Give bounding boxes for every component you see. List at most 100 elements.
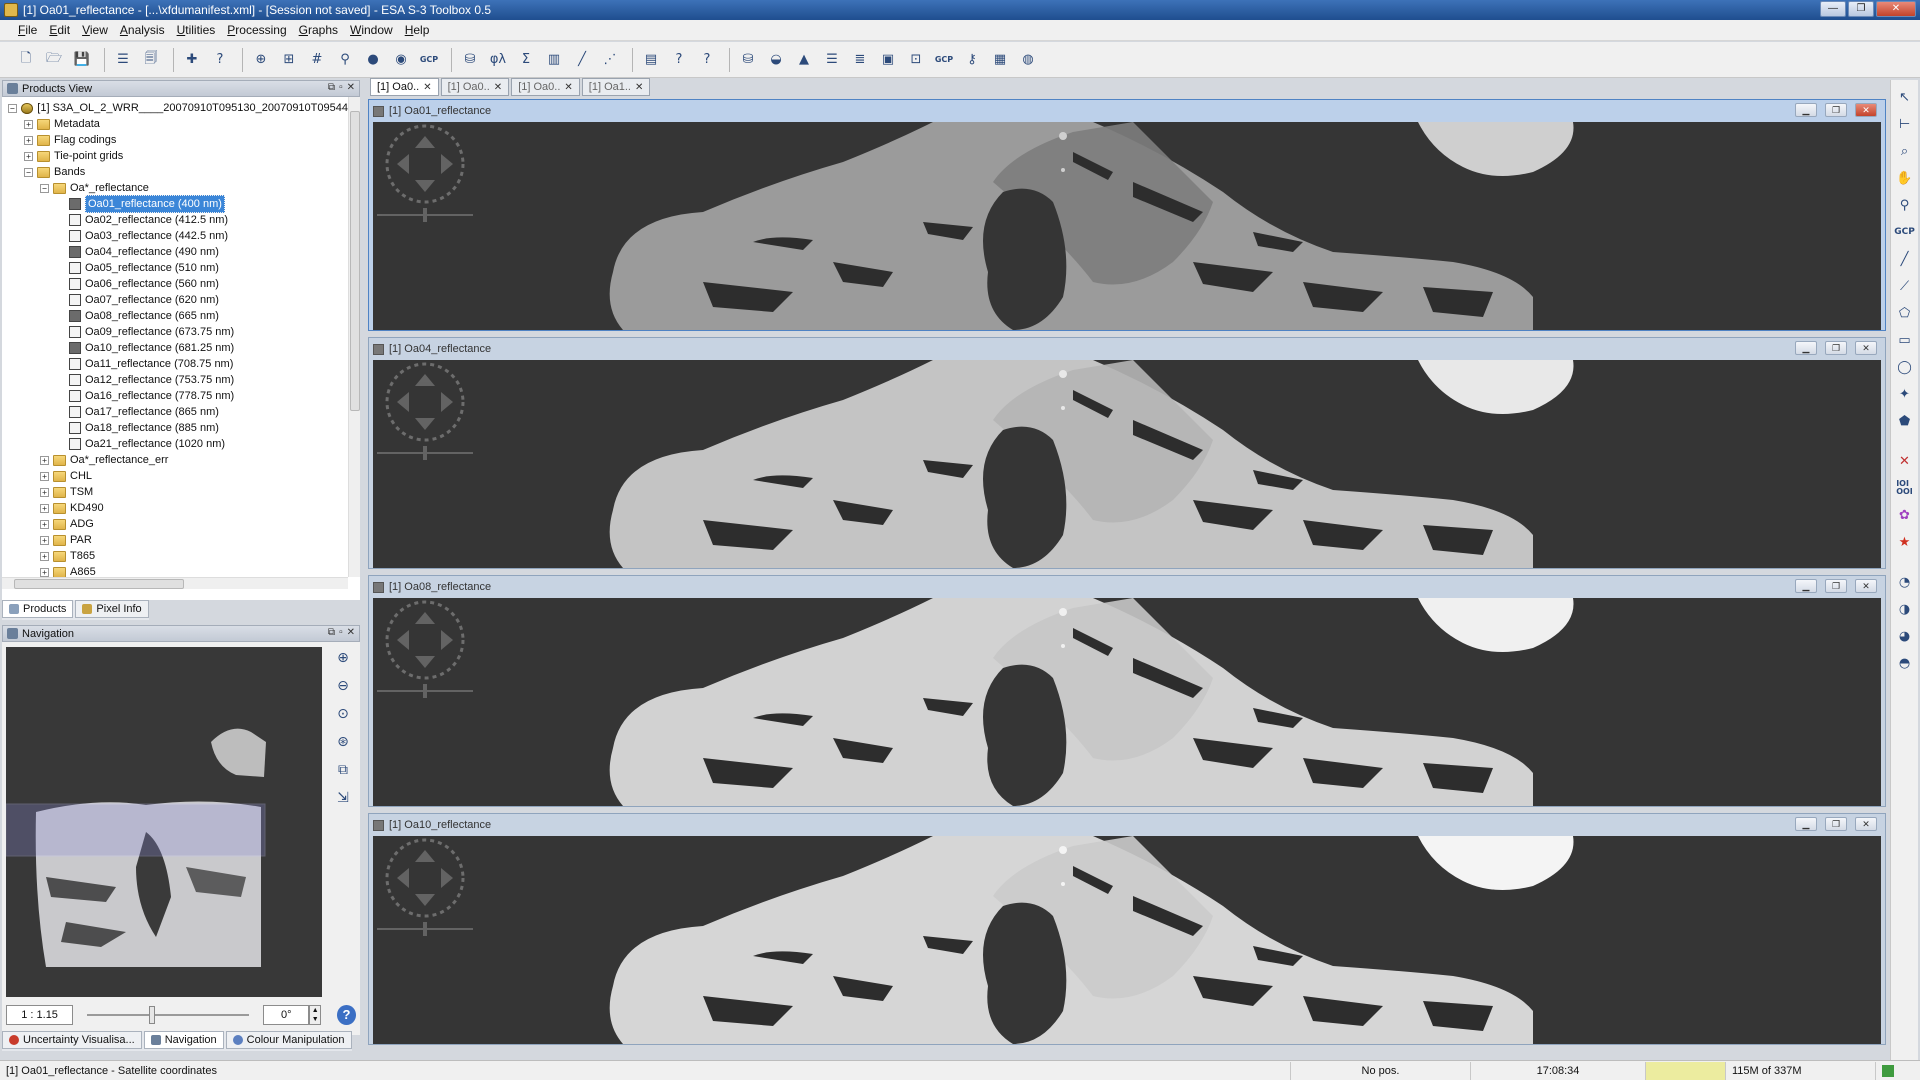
zoom-tool-icon[interactable]: ⌕ bbox=[1894, 140, 1916, 162]
sync-views-icon[interactable]: ⧉ bbox=[332, 759, 354, 781]
expand-icon[interactable]: + bbox=[40, 535, 49, 545]
stack-icon[interactable]: ☰ bbox=[820, 48, 844, 72]
time-tool-2-icon[interactable]: ◑ bbox=[1894, 598, 1916, 620]
folder-node[interactable]: + Metadata bbox=[2, 116, 348, 132]
tree-vertical-scrollbar[interactable] bbox=[348, 97, 360, 577]
image-view-window[interactable]: [1] Oa01_reflectance ▁ ❐ ✕ bbox=[368, 99, 1886, 331]
band-node[interactable]: Oa03_reflectance (442.5 nm) bbox=[2, 228, 348, 244]
band-node[interactable]: Oa09_reflectance (673.75 nm) bbox=[2, 324, 348, 340]
rotation-field[interactable]: 0° bbox=[263, 1005, 310, 1025]
menu-analysis[interactable]: Analysis bbox=[114, 21, 171, 39]
menu-view[interactable]: View bbox=[76, 21, 114, 39]
image-view-window[interactable]: [1] Oa10_reflectance ▁ ❐ ✕ bbox=[368, 813, 1886, 1045]
close-tab-icon[interactable]: ✕ bbox=[564, 82, 572, 93]
float-icon[interactable]: ⧉ bbox=[328, 82, 335, 93]
pyramid-icon[interactable]: ▲ bbox=[792, 48, 816, 72]
menu-processing[interactable]: Processing bbox=[221, 21, 292, 39]
select-tool-icon[interactable]: ↖ bbox=[1894, 86, 1916, 108]
gcp-tool-icon[interactable]: GCP bbox=[932, 48, 956, 72]
binary-tool-icon[interactable]: IOI OOI bbox=[1894, 477, 1916, 499]
shape-icon[interactable]: ● bbox=[361, 48, 385, 72]
folder-node[interactable]: + CHL bbox=[2, 468, 348, 484]
close-tab-icon[interactable]: ✕ bbox=[494, 82, 502, 93]
tab-products[interactable]: Products bbox=[2, 600, 74, 618]
minimize-view-icon[interactable]: ▁ bbox=[1795, 103, 1817, 117]
product-node[interactable]: − [1] S3A_OL_2_WRR____20070910T095130_200… bbox=[2, 100, 348, 116]
folder-node[interactable]: − Oa*_reflectance bbox=[2, 180, 348, 196]
plugin-icon[interactable]: ✚ bbox=[180, 48, 204, 72]
folder-node[interactable]: + T865 bbox=[2, 548, 348, 564]
rotation-spinner[interactable]: ▲ ▼ bbox=[309, 1005, 321, 1025]
gcp-manager-icon[interactable]: GCP bbox=[417, 48, 441, 72]
band-node[interactable]: Oa21_reflectance (1020 nm) bbox=[2, 436, 348, 452]
band-node[interactable]: Oa04_reflectance (490 nm) bbox=[2, 244, 348, 260]
image-canvas[interactable] bbox=[373, 122, 1881, 330]
float-icon[interactable]: ⧉ bbox=[328, 627, 335, 638]
scatter-icon[interactable]: ╱ bbox=[570, 48, 594, 72]
close-tab-icon[interactable]: ✕ bbox=[635, 82, 643, 93]
minimize-view-icon[interactable]: ▁ bbox=[1795, 579, 1817, 593]
spectrum-icon[interactable]: φλ bbox=[486, 48, 510, 72]
scale-field[interactable]: 1 : 1.15 bbox=[6, 1005, 74, 1025]
menu-window[interactable]: Window bbox=[344, 21, 399, 39]
scroll-thumb[interactable] bbox=[350, 111, 360, 411]
time-tool-1-icon[interactable]: ◔ bbox=[1894, 571, 1916, 593]
query-icon[interactable]: ? bbox=[695, 48, 719, 72]
magic-wand-icon[interactable]: ⚷ bbox=[960, 48, 984, 72]
gcp-placing-icon[interactable]: GCP bbox=[1894, 221, 1916, 243]
close-view-icon[interactable]: ✕ bbox=[1855, 579, 1877, 593]
document-tab[interactable]: [1] Oa0.. ✕ bbox=[370, 78, 439, 96]
rectangle-drawing-icon[interactable]: ▭ bbox=[1894, 329, 1916, 351]
help-icon[interactable]: ? bbox=[208, 48, 232, 72]
expand-icon[interactable]: + bbox=[40, 551, 49, 561]
band-node[interactable]: Oa12_reflectance (753.75 nm) bbox=[2, 372, 348, 388]
zoom-actual-icon[interactable]: ⊙ bbox=[332, 703, 354, 725]
band-node[interactable]: Oa11_reflectance (708.75 nm) bbox=[2, 356, 348, 372]
mosaic-icon[interactable]: ≣ bbox=[848, 48, 872, 72]
maximize-view-icon[interactable]: ❐ bbox=[1825, 817, 1847, 831]
globe-icon[interactable]: ◍ bbox=[1016, 48, 1040, 72]
scroll-thumb[interactable] bbox=[14, 579, 184, 589]
star-tool-icon[interactable]: ★ bbox=[1894, 531, 1916, 553]
maximize-button[interactable]: ❐ bbox=[1848, 1, 1874, 17]
document-tab[interactable]: [1] Oa0.. ✕ bbox=[511, 78, 580, 96]
statistics-icon[interactable]: ▤ bbox=[639, 48, 663, 72]
navigation-overview-canvas[interactable] bbox=[6, 647, 322, 997]
terrain-icon[interactable]: ◒ bbox=[764, 48, 788, 72]
image-canvas[interactable] bbox=[373, 836, 1881, 1044]
band-node[interactable]: Oa01_reflectance (400 nm) bbox=[2, 195, 348, 213]
image-view-window[interactable]: [1] Oa08_reflectance ▁ ❐ ✕ bbox=[368, 575, 1886, 807]
expand-icon[interactable]: + bbox=[40, 471, 49, 481]
image-canvas[interactable] bbox=[373, 598, 1881, 806]
menu-help[interactable]: Help bbox=[399, 21, 436, 39]
zoom-out-icon[interactable]: ⊖ bbox=[332, 675, 354, 697]
band-node[interactable]: Oa02_reflectance (412.5 nm) bbox=[2, 212, 348, 228]
zoom-slider[interactable] bbox=[87, 1006, 250, 1024]
close-tab-icon[interactable]: ✕ bbox=[423, 82, 431, 93]
expand-icon[interactable]: + bbox=[24, 119, 33, 129]
expand-icon[interactable]: + bbox=[40, 503, 49, 513]
sigma-icon[interactable]: Σ bbox=[514, 48, 538, 72]
insert-shape-icon[interactable]: ⬟ bbox=[1894, 410, 1916, 432]
time-tool-4-icon[interactable]: ◓ bbox=[1894, 652, 1916, 674]
tab-uncertainty-visualisation[interactable]: Uncertainty Visualisa... bbox=[2, 1031, 142, 1049]
band-node[interactable]: Oa17_reflectance (865 nm) bbox=[2, 404, 348, 420]
folder-node[interactable]: + Oa*_reflectance_err bbox=[2, 452, 348, 468]
folder-node[interactable]: + PAR bbox=[2, 532, 348, 548]
menu-edit[interactable]: Edit bbox=[43, 21, 76, 39]
subset-icon[interactable]: ▣ bbox=[876, 48, 900, 72]
magic-wand-icon[interactable]: ✦ bbox=[1894, 383, 1916, 405]
tree-horizontal-scrollbar[interactable] bbox=[2, 577, 348, 589]
reproject-icon[interactable]: ⊡ bbox=[904, 48, 928, 72]
folder-node[interactable]: + Flag codings bbox=[2, 132, 348, 148]
time-series-icon[interactable]: ▦ bbox=[988, 48, 1012, 72]
polygon-drawing-icon[interactable]: ⬠ bbox=[1894, 302, 1916, 324]
export-icon[interactable]: 🗐 bbox=[139, 48, 163, 72]
band-node[interactable]: Oa05_reflectance (510 nm) bbox=[2, 260, 348, 276]
band-node[interactable]: Oa08_reflectance (665 nm) bbox=[2, 308, 348, 324]
band-node[interactable]: Oa07_reflectance (620 nm) bbox=[2, 292, 348, 308]
menu-file[interactable]: File bbox=[12, 21, 43, 39]
document-tab[interactable]: [1] Oa1.. ✕ bbox=[581, 78, 651, 96]
band-node[interactable]: Oa10_reflectance (681.25 nm) bbox=[2, 340, 348, 356]
close-panel-icon[interactable]: ✕ bbox=[347, 82, 355, 93]
